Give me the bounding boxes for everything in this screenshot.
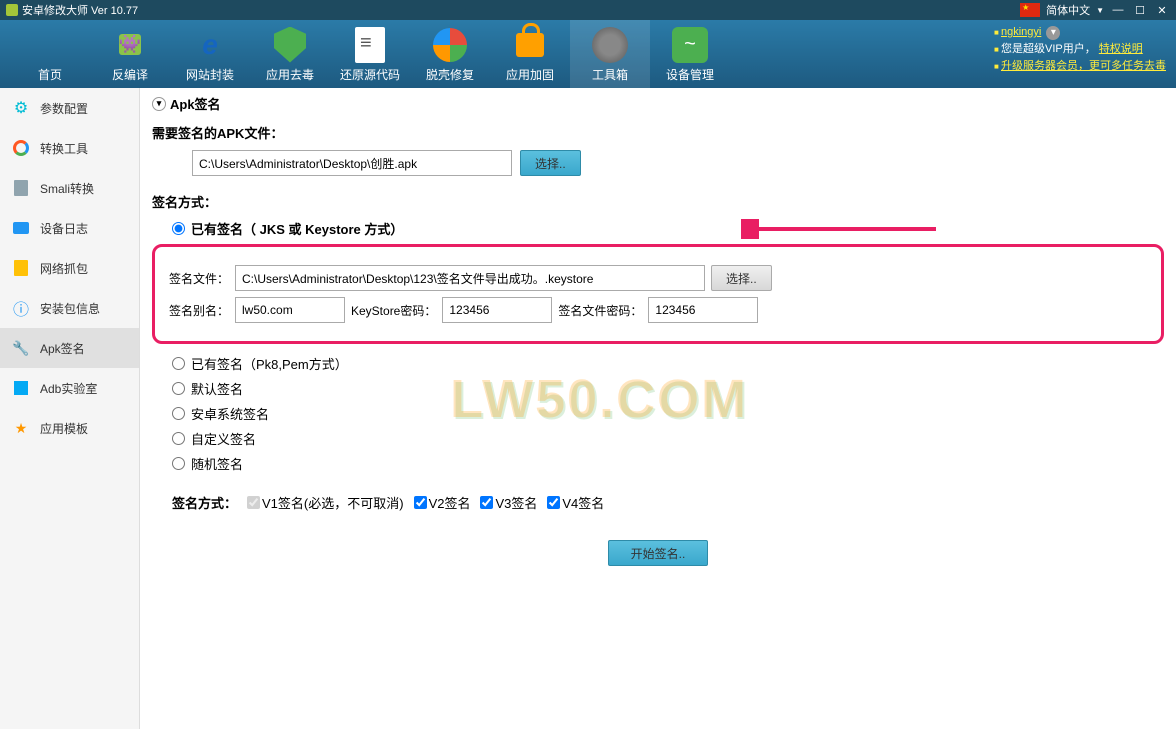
sidebar-item-logs[interactable]: 设备日志 — [0, 208, 139, 248]
section-header: ▾ Apk签名 — [152, 94, 1164, 113]
toolbar-decompile[interactable]: 反编译 — [90, 20, 170, 88]
network-icon — [14, 260, 28, 276]
smali-icon — [14, 180, 28, 196]
sidebar: ⚙ 参数配置 转换工具 Smali转换 设备日志 网络抓包 ⓘ 安装包信息 🔧 … — [0, 88, 140, 729]
chevron-down-icon[interactable]: ▾ — [152, 97, 166, 111]
repair-icon — [433, 28, 467, 62]
adb-icon — [14, 381, 28, 395]
ie-icon: e — [191, 26, 229, 64]
close-button[interactable]: ✕ — [1154, 2, 1170, 18]
checkbox-v2[interactable] — [414, 496, 427, 509]
select-apk-button[interactable]: 选择.. — [520, 150, 581, 176]
checkbox-v3[interactable] — [480, 496, 493, 509]
lang-label[interactable]: 简体中文 — [1046, 2, 1090, 18]
privilege-link[interactable]: 特权说明 — [1099, 43, 1143, 55]
sign-pwd-label: 签名文件密码： — [558, 302, 642, 319]
apk-file-label: 需要签名的APK文件： — [152, 123, 1164, 142]
radio-android-system[interactable] — [172, 407, 185, 420]
wrench-icon: 🔧 — [12, 339, 30, 357]
sidebar-item-smali[interactable]: Smali转换 — [0, 168, 139, 208]
checkbox-v1 — [247, 496, 260, 509]
radio-jks[interactable] — [172, 222, 185, 235]
sidebar-item-pkg-info[interactable]: ⓘ 安装包信息 — [0, 288, 139, 328]
toolbar-web-wrap[interactable]: e 网站封装 — [170, 20, 250, 88]
username-link[interactable]: ngkingyi — [1001, 26, 1041, 38]
device-icon — [672, 27, 708, 63]
alias-label: 签名别名： — [165, 302, 229, 319]
toolbar-unpack-repair[interactable]: 脱壳修复 — [410, 20, 490, 88]
toolbar-home[interactable]: 首页 — [10, 20, 90, 88]
sign-file-input[interactable] — [235, 265, 705, 291]
keystore-pwd-label: KeyStore密码： — [351, 302, 436, 319]
convert-icon — [13, 140, 29, 156]
red-arrow-annotation — [741, 219, 941, 239]
lock-icon — [516, 33, 544, 57]
alias-input[interactable] — [235, 297, 345, 323]
toolbar-antivirus[interactable]: 应用去毒 — [250, 20, 330, 88]
decompile-icon — [119, 34, 141, 55]
select-signfile-button[interactable]: 选择.. — [711, 265, 772, 291]
toolbar-restore-source[interactable]: 还原源代码 — [330, 20, 410, 88]
radio-random[interactable] — [172, 457, 185, 470]
toolbox-icon — [592, 27, 628, 63]
shield-icon — [274, 27, 306, 63]
sidebar-item-apk-sign[interactable]: 🔧 Apk签名 — [0, 328, 139, 368]
user-badge-icon[interactable]: ▾ — [1046, 26, 1060, 40]
sidebar-item-network[interactable]: 网络抓包 — [0, 248, 139, 288]
package-icon: ⓘ — [12, 299, 30, 317]
content-area: ▾ Apk签名 需要签名的APK文件： 选择.. 签名方式： 已有签名（ JKS… — [140, 88, 1176, 729]
app-icon — [6, 4, 18, 16]
app-title: 安卓修改大师 Ver 10.77 — [22, 2, 138, 18]
sidebar-item-templates[interactable]: ★ 应用模板 — [0, 408, 139, 448]
checkbox-v4[interactable] — [547, 496, 560, 509]
titlebar: 安卓修改大师 Ver 10.77 简体中文 ▼ — ☐ ✕ — [0, 0, 1176, 20]
start-sign-button[interactable]: 开始签名.. — [608, 540, 709, 566]
radio-default[interactable] — [172, 382, 185, 395]
toolbar-device-mgmt[interactable]: 设备管理 — [650, 20, 730, 88]
minimize-button[interactable]: — — [1110, 2, 1126, 18]
gear-icon: ⚙ — [12, 99, 30, 117]
upgrade-link[interactable]: 升级服务器会员，更可多任务去毒 — [1001, 60, 1166, 72]
sidebar-item-adb-lab[interactable]: Adb实验室 — [0, 368, 139, 408]
code-icon — [355, 27, 385, 63]
radio-custom[interactable] — [172, 432, 185, 445]
sidebar-item-config[interactable]: ⚙ 参数配置 — [0, 88, 139, 128]
user-panel: ngkingyi ▾ 您是超级VIP用户， 特权说明 升级服务器会员，更可多任务… — [994, 24, 1166, 75]
maximize-button[interactable]: ☐ — [1132, 2, 1148, 18]
jks-details-box: 签名文件： 选择.. 签名别名： KeyStore密码： 签名文件密码： — [152, 244, 1164, 344]
sign-pwd-input[interactable] — [648, 297, 758, 323]
radio-pk8[interactable] — [172, 357, 185, 370]
scheme-label: 签名方式： — [172, 493, 237, 512]
sidebar-item-convert[interactable]: 转换工具 — [0, 128, 139, 168]
flag-icon — [1020, 3, 1040, 17]
main-toolbar: 首页 反编译 e 网站封装 应用去毒 还原源代码 脱壳修复 应用加固 工具箱 设… — [0, 20, 1176, 88]
apk-path-input[interactable] — [192, 150, 512, 176]
sign-file-label: 签名文件： — [165, 270, 229, 287]
keystore-pwd-input[interactable] — [442, 297, 552, 323]
star-icon: ★ — [12, 419, 30, 437]
toolbar-toolbox[interactable]: 工具箱 — [570, 20, 650, 88]
sign-mode-label: 签名方式： — [152, 192, 1164, 211]
toolbar-app-harden[interactable]: 应用加固 — [490, 20, 570, 88]
log-icon — [13, 222, 29, 234]
